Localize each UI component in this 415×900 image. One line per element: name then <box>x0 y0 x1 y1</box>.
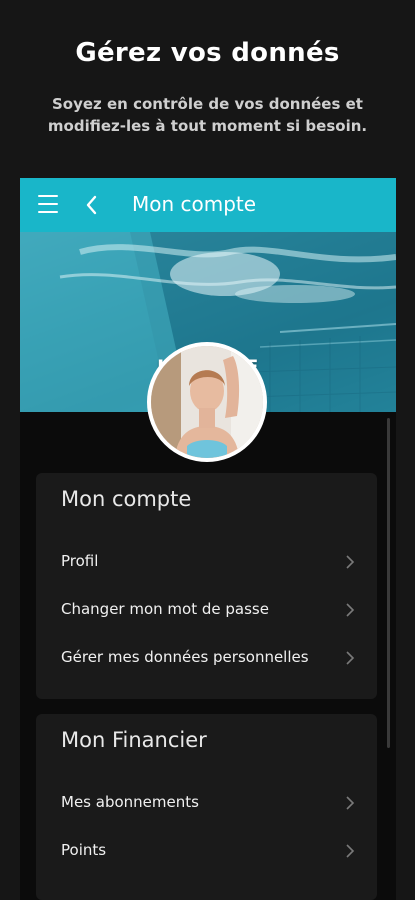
menu-item-points[interactable]: Points <box>36 831 377 871</box>
chevron-left-icon[interactable] <box>84 194 100 216</box>
menu-item-label: Mes abonnements <box>61 793 199 811</box>
chevron-right-icon <box>345 602 355 618</box>
hamburger-menu-icon[interactable] <box>38 195 58 213</box>
chevron-right-icon <box>345 795 355 811</box>
promo-subline: Soyez en contrôle de vos données et modi… <box>47 95 368 135</box>
account-section-card: Mon compte Profil Changer mon mot de pas… <box>36 473 377 699</box>
menu-item-label: Points <box>61 841 107 859</box>
promo-headline: Gérez vos donnés <box>75 38 340 68</box>
app-bar-title: Mon compte <box>132 192 257 216</box>
avatar[interactable] <box>147 342 267 462</box>
menu-item-label: Changer mon mot de passe <box>61 600 269 618</box>
menu-item-subscriptions[interactable]: Mes abonnements <box>36 783 377 823</box>
app-bar: Mon compte <box>20 178 396 232</box>
financial-section-card: Mon Financier Mes abonnements Points <box>36 714 377 900</box>
app-screen: Mon compte Jane DOE <box>20 178 396 900</box>
menu-item-personal-data[interactable]: Gérer mes données personnelles <box>36 638 377 678</box>
chevron-right-icon <box>345 650 355 666</box>
menu-item-change-password[interactable]: Changer mon mot de passe <box>36 590 377 630</box>
menu-item-profil[interactable]: Profil <box>36 542 377 582</box>
chevron-right-icon <box>345 554 355 570</box>
section-title: Mon compte <box>61 487 192 511</box>
chevron-right-icon <box>345 843 355 859</box>
menu-item-label: Gérer mes données personnelles <box>61 648 309 666</box>
scrollbar[interactable] <box>387 418 390 748</box>
menu-item-label: Profil <box>61 552 99 570</box>
section-title: Mon Financier <box>61 728 207 752</box>
